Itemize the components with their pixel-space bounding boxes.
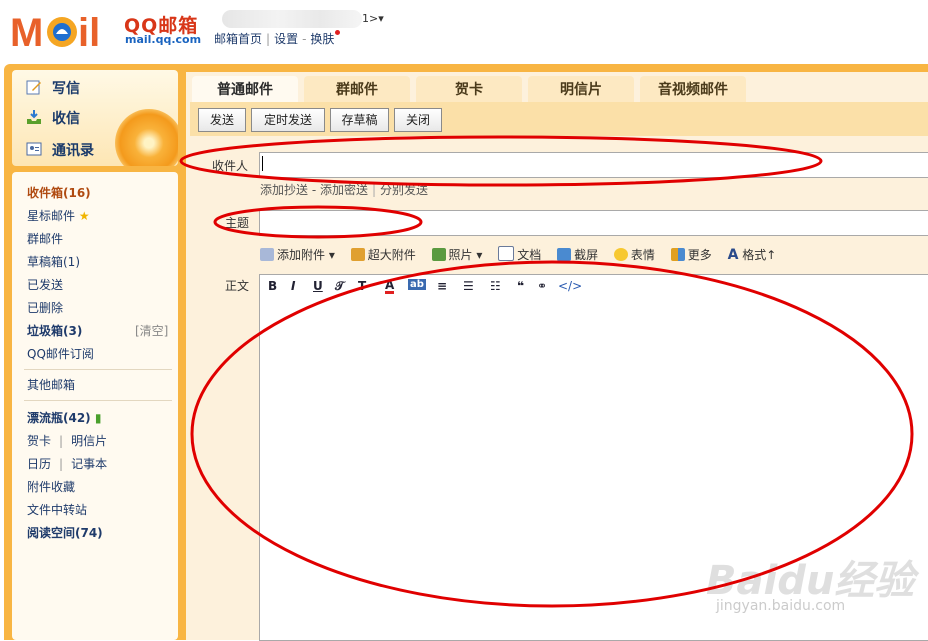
sidebar-item-inbox[interactable]: 收件箱(16) [27, 184, 91, 201]
divider [24, 369, 172, 370]
scissors-icon [557, 248, 572, 261]
font-icon[interactable]: 𝒯 [335, 279, 344, 294]
tab-av-mail[interactable]: 音视频邮件 [640, 76, 746, 102]
skin-link[interactable]: 换肤 [310, 32, 334, 46]
subject-input[interactable] [259, 210, 928, 236]
scheduled-send-button[interactable]: 定时发送 [251, 108, 325, 132]
sidebar-item-drafts[interactable]: 草稿箱(1) [27, 253, 80, 270]
italic-icon[interactable]: I [291, 279, 295, 293]
qq-mail-logo[interactable]: M il [10, 8, 122, 52]
document-icon [498, 246, 515, 261]
top-links: 邮箱首页 | 设置 - 换肤 [214, 30, 341, 47]
divider [24, 400, 172, 401]
sidebar-item-cards[interactable]: 贺卡 | 明信片 [27, 432, 107, 449]
svg-text:M: M [10, 11, 43, 52]
large-clip-icon [350, 248, 365, 261]
sidebar-item-subscriptions[interactable]: QQ邮件订阅 [27, 345, 94, 362]
orange-decoration-icon [115, 109, 178, 166]
bold-icon[interactable]: B [268, 279, 277, 293]
subject-label: 主题 [225, 216, 250, 230]
photo-icon [431, 248, 446, 261]
html-source-icon[interactable]: </> [558, 279, 582, 293]
star-icon: ★ [78, 209, 90, 223]
separate-send-link[interactable]: 分别发送 [380, 183, 428, 197]
sidebar-primary: 写信 收信 通讯录 [12, 70, 178, 166]
compose-link[interactable]: 写信 [26, 78, 80, 98]
font-size-icon[interactable]: T [358, 279, 366, 293]
screenshot-button[interactable]: 截屏 [557, 248, 598, 262]
brand-domain: mail.qq.com [125, 33, 202, 46]
sidebar-item-spam[interactable]: 垃圾箱(3) [27, 322, 82, 339]
format-icon: A [727, 247, 739, 263]
contacts-icon [26, 142, 42, 156]
recipient-options: 添加抄送 - 添加密送 | 分别发送 [260, 183, 429, 197]
account-dropdown[interactable]: 1>▾ [362, 12, 384, 25]
text-caret [262, 156, 263, 171]
contacts-link[interactable]: 通讯录 [26, 140, 94, 160]
document-button[interactable]: 文档 [498, 246, 541, 262]
to-label: 收件人 [212, 159, 249, 173]
list-icon[interactable]: ☰ [463, 279, 474, 293]
new-dot-icon [335, 30, 341, 35]
underline-icon[interactable]: U [313, 279, 323, 293]
emoji-button[interactable]: 表情 [613, 248, 655, 262]
svg-text:il: il [78, 11, 100, 52]
to-input[interactable] [259, 152, 928, 178]
sidebar-item-attachments[interactable]: 附件收藏 [27, 478, 75, 495]
highlight-icon[interactable]: ab [408, 279, 426, 290]
sidebar-item-calendar[interactable]: 日历 | 记事本 [27, 455, 107, 472]
settings-link[interactable]: 设置 [274, 32, 298, 46]
font-color-icon[interactable]: A [385, 279, 395, 294]
tab-group-mail[interactable]: 群邮件 [304, 76, 410, 102]
sidebar-item-drift-bottle[interactable]: 漂流瓶(42) ▮ [27, 409, 101, 426]
sidebar-item-notes[interactable]: 记事本 [71, 457, 107, 471]
save-draft-button[interactable]: 存草稿 [330, 108, 389, 132]
compose-icon [26, 80, 41, 95]
indent-icon[interactable]: ☷ [490, 279, 501, 293]
smiley-icon [613, 248, 628, 261]
sidebar-item-group[interactable]: 群邮件 [27, 230, 63, 247]
paperclip-icon [260, 248, 274, 261]
tab-card[interactable]: 贺卡 [416, 76, 522, 102]
sidebar-item-other-mailboxes[interactable]: 其他邮箱 [27, 376, 75, 393]
sidebar-folders: 收件箱(16) 星标邮件 ★ 群邮件 草稿箱(1) 已发送 已删除 垃圾箱(3)… [12, 172, 178, 640]
sidebar-item-postcards[interactable]: 明信片 [71, 434, 107, 448]
body-label: 正文 [225, 279, 250, 293]
large-attachment-button[interactable]: 超大附件 [350, 248, 416, 262]
format-toggle-button[interactable]: A 格式↑ [727, 247, 777, 263]
attachment-toolbar: 添加附件 ▾ 超大附件 照片 ▾ 文档 截屏 表情 更多 A 格式↑ [260, 246, 788, 263]
photo-button[interactable]: 照片 ▾ [431, 248, 482, 262]
sidebar-item-reading-space[interactable]: 阅读空间(74) [27, 524, 103, 541]
blurred-username [222, 10, 362, 28]
tab-postcard[interactable]: 明信片 [528, 76, 634, 102]
empty-spam-link[interactable]: [清空] [135, 322, 168, 339]
add-bcc-link[interactable]: 添加密送 [320, 183, 368, 197]
grid-icon [670, 248, 685, 261]
inbox-download-icon [27, 110, 41, 124]
close-button[interactable]: 关闭 [394, 108, 442, 132]
receive-link[interactable]: 收信 [26, 108, 80, 128]
quote-icon[interactable]: ❝ [517, 279, 524, 293]
tab-normal-mail[interactable]: 普通邮件 [192, 76, 298, 102]
align-icon[interactable]: ≡ [437, 279, 447, 293]
sidebar-item-file-transfer[interactable]: 文件中转站 [27, 501, 87, 518]
sidebar-item-starred[interactable]: 星标邮件 ★ [27, 207, 90, 224]
watermark-url: jingyan.baidu.com [716, 598, 846, 614]
send-button[interactable]: 发送 [198, 108, 246, 132]
home-link[interactable]: 邮箱首页 [214, 32, 262, 46]
more-button[interactable]: 更多 [670, 248, 712, 262]
sidebar-item-sent[interactable]: 已发送 [27, 276, 63, 293]
add-cc-link[interactable]: 添加抄送 [260, 183, 308, 197]
bottle-icon: ▮ [94, 411, 102, 425]
rich-text-toolbar: B I U 𝒯 T A ab ≡ ☰ ☷ ❝ ⚭ </> [259, 274, 928, 302]
link-icon[interactable]: ⚭ [537, 279, 547, 293]
sidebar-item-deleted[interactable]: 已删除 [27, 299, 63, 316]
add-attachment-button[interactable]: 添加附件 ▾ [260, 248, 335, 262]
